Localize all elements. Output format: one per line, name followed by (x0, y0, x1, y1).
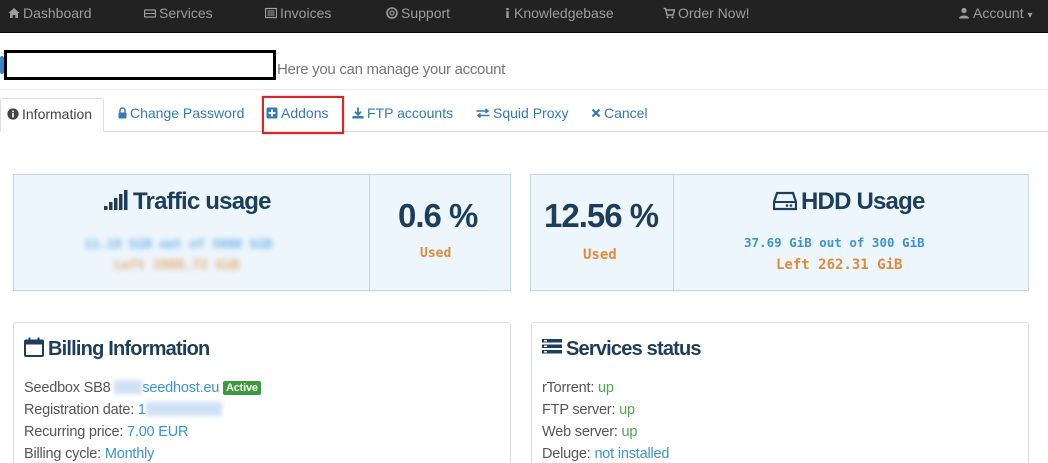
exchange-icon (476, 107, 490, 119)
services-status-panel: Services status rTorrent: up FTP server:… (531, 322, 1029, 463)
traffic-percent: 0.6 % (398, 197, 478, 234)
billing-cycle-label: Billing cycle: (24, 446, 101, 462)
billing-information-panel: Billing Information Seedbox SB8 seedhost… (13, 322, 511, 463)
nav-services[interactable]: Services (144, 0, 213, 26)
service-label: rTorrent: (542, 380, 595, 396)
nav-invoices[interactable]: Invoices (265, 0, 331, 26)
info-circle-icon (7, 108, 19, 120)
calendar-icon (24, 337, 44, 357)
traffic-used-label: Used (420, 246, 452, 261)
service-status: up (598, 380, 614, 396)
download-icon (352, 107, 364, 119)
tab-change-password-label: Change Password (130, 105, 245, 121)
tab-information-label: Information (22, 106, 93, 122)
services-status-title: Services status (542, 337, 702, 361)
billing-cycle-value: Monthly (104, 446, 155, 462)
hdd-usage-panel: 12.56 % Used HDD Usage 37.69 GiB out of … (530, 174, 1029, 291)
top-navbar: Dashboard Services Invoices Support Know… (0, 0, 1048, 33)
info-icon (504, 7, 511, 19)
service-label: Deluge: (542, 446, 591, 462)
page-subtitle: Here you can manage your account (277, 61, 506, 78)
billing-product-row: Seedbox SB8 seedhost.eu Active (24, 380, 261, 396)
service-row-ftp: FTP server: up (542, 402, 635, 418)
hdd-left-amount: Left 262.31 GiB (776, 257, 903, 273)
service-status: up (621, 424, 638, 440)
nav-invoices-label: Invoices (280, 5, 332, 21)
hdd-usage-title: HDD Usage (772, 188, 925, 216)
tab-squid-proxy-label: Squid Proxy (493, 105, 569, 121)
nav-support[interactable]: Support (386, 0, 450, 26)
recurring-price-row: Recurring price: 7.00 EUR (24, 424, 188, 440)
nav-dashboard-label: Dashboard (23, 5, 92, 21)
registration-date-value: 1 (137, 402, 146, 418)
nav-services-label: Services (159, 5, 213, 21)
service-label: FTP server: (542, 402, 616, 418)
tab-cancel[interactable]: Cancel (591, 98, 648, 131)
hdd-used-label: Used (583, 247, 617, 263)
tab-change-password[interactable]: Change Password (118, 98, 244, 131)
nav-order-now-label: Order Now! (678, 5, 750, 21)
traffic-panel-divider (369, 175, 370, 290)
nav-knowledgebase-label: Knowledgebase (514, 5, 614, 21)
tab-ftp-accounts-label: FTP accounts (367, 105, 454, 121)
nav-account-label: Account (973, 5, 1024, 21)
recurring-price-value: 7.00 EUR (127, 424, 189, 440)
status-badge: Active (222, 381, 261, 395)
billing-information-title-text: Billing Information (48, 338, 210, 360)
service-status: not installed (594, 446, 670, 462)
product-name: Seedbox SB8 (24, 380, 111, 396)
signal-icon (104, 189, 130, 211)
registration-date-label: Registration date: (24, 402, 135, 418)
services-status-title-text: Services status (566, 338, 702, 360)
redacted-date (145, 402, 222, 416)
service-row-web: Web server: up (542, 424, 637, 440)
server-icon (144, 7, 156, 19)
billing-cycle-row: Billing cycle: Monthly (24, 446, 154, 462)
traffic-left-amount: Left 2988.72 GiB (114, 258, 240, 273)
redacted-title-box (4, 50, 276, 80)
nav-support-label: Support (401, 5, 451, 21)
chevron-down-icon: ▾ (1027, 10, 1033, 21)
nav-dashboard[interactable]: Dashboard (8, 0, 92, 26)
lock-icon (118, 107, 127, 119)
tab-ftp-accounts[interactable]: FTP accounts (352, 98, 453, 131)
hdd-panel-divider (673, 175, 674, 290)
times-icon (591, 107, 601, 119)
nav-account-dropdown[interactable]: Account ▾ (958, 0, 1033, 26)
service-label: Web server: (542, 424, 618, 440)
service-row-deluge: Deluge: not installed (542, 446, 669, 462)
hdd-percent: 12.56 % (544, 197, 659, 234)
traffic-usage-title-text: Traffic usage (133, 188, 271, 215)
header-divider (0, 89, 1048, 90)
list-icon (265, 7, 277, 19)
home-icon (8, 7, 20, 19)
traffic-usage-title: Traffic usage (104, 188, 271, 216)
service-status: up (619, 402, 635, 418)
tab-information[interactable]: Information (0, 98, 104, 132)
addons-highlight-box (262, 96, 344, 134)
billing-information-title: Billing Information (24, 337, 210, 361)
service-row-rtorrent: rTorrent: up (542, 380, 614, 396)
recurring-price-label: Recurring price: (24, 424, 124, 440)
cart-icon (663, 7, 675, 19)
nav-knowledgebase[interactable]: Knowledgebase (504, 0, 614, 26)
redacted-username (114, 380, 143, 394)
tab-squid-proxy[interactable]: Squid Proxy (476, 98, 568, 131)
hdd-usage-title-text: HDD Usage (801, 188, 925, 215)
product-domain[interactable]: seedhost.eu (142, 380, 219, 396)
user-icon (958, 7, 970, 19)
tab-cancel-label: Cancel (604, 105, 648, 121)
traffic-usage-panel: Traffic usage 11.18 GiB out of 3000 GiB … (13, 174, 511, 291)
tabs-baseline (0, 131, 1048, 132)
hdd-usage-amount: 37.69 GiB out of 300 GiB (744, 235, 925, 250)
nav-order-now[interactable]: Order Now! (663, 0, 750, 26)
lifebuoy-icon (386, 7, 398, 19)
registration-date-row: Registration date: 1 (24, 402, 222, 418)
hdd-icon (772, 190, 798, 211)
traffic-usage-amount: 11.18 GiB out of 3000 GiB (84, 236, 273, 251)
tasks-icon (542, 337, 562, 357)
